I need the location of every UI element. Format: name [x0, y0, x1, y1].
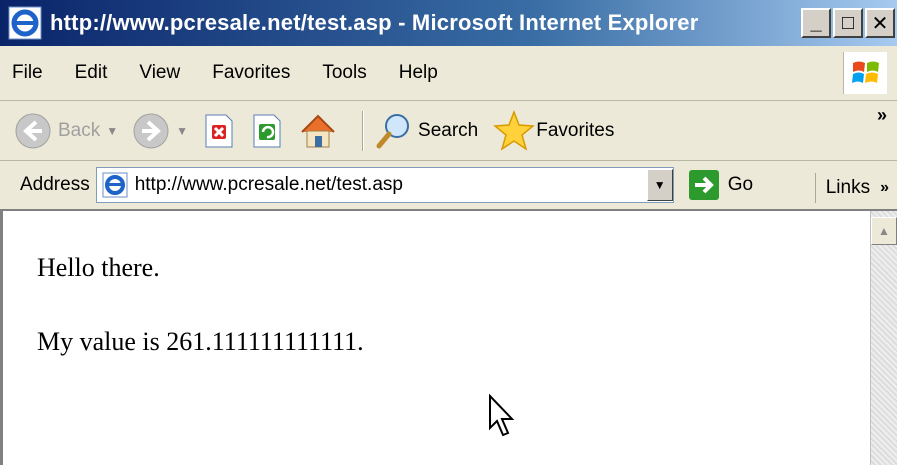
- minimize-button[interactable]: _: [801, 8, 831, 38]
- menu-view[interactable]: View: [139, 62, 180, 84]
- go-button[interactable]: Go: [688, 169, 753, 201]
- scroll-up-icon[interactable]: ▲: [871, 217, 897, 245]
- menu-help[interactable]: Help: [399, 62, 438, 84]
- maximize-button[interactable]: □: [833, 8, 863, 38]
- search-label: Search: [418, 119, 479, 141]
- toolbar-separator: [362, 110, 365, 151]
- home-button[interactable]: [298, 112, 338, 150]
- star-icon: [493, 109, 536, 151]
- favorites-button[interactable]: Favorites: [492, 109, 615, 152]
- forward-arrow-icon: [133, 113, 169, 148]
- favorites-label: Favorites: [536, 119, 615, 141]
- window-controls: _ □ ✕: [799, 8, 895, 38]
- standard-toolbar: Back ▼ ▼ Search Favorites »: [0, 101, 897, 161]
- stop-button[interactable]: [202, 113, 236, 149]
- go-arrow-icon: [688, 170, 719, 200]
- search-icon: [376, 113, 410, 148]
- back-dropdown-icon[interactable]: ▼: [106, 124, 118, 138]
- windows-logo-icon: [843, 52, 887, 94]
- links-toolbar[interactable]: Links »: [814, 173, 889, 203]
- window-title: http://www.pcresale.net/test.asp - Micro…: [50, 10, 699, 35]
- menu-tools[interactable]: Tools: [322, 62, 366, 84]
- address-bar: Address http://www.pcresale.net/test.asp…: [0, 161, 897, 211]
- address-url: http://www.pcresale.net/test.asp: [134, 174, 403, 195]
- back-arrow-icon: [15, 113, 51, 148]
- greeting-text: Hello there.: [37, 253, 160, 282]
- menu-favorites[interactable]: Favorites: [212, 62, 290, 84]
- go-label: Go: [727, 174, 754, 195]
- links-overflow-icon[interactable]: »: [880, 179, 889, 197]
- close-button[interactable]: ✕: [865, 8, 895, 38]
- mouse-cursor-icon: [489, 394, 515, 437]
- address-label: Address: [20, 174, 90, 195]
- menu-file[interactable]: File: [12, 62, 43, 84]
- address-dropdown-icon[interactable]: ▼: [646, 169, 673, 201]
- refresh-button[interactable]: [250, 113, 284, 149]
- page-icon: [102, 172, 128, 198]
- search-button[interactable]: Search: [374, 111, 478, 151]
- links-label: Links: [825, 177, 871, 198]
- ie-icon: [8, 6, 42, 40]
- value-text: My value is 261.111111111111.: [37, 327, 364, 356]
- refresh-icon: [253, 114, 281, 147]
- home-icon: [301, 114, 335, 147]
- menu-bar: File Edit View Favorites Tools Help: [0, 46, 897, 101]
- vertical-scrollbar[interactable]: ▲: [870, 211, 897, 465]
- forward-button[interactable]: ▼: [132, 112, 188, 150]
- stop-icon: [205, 114, 233, 147]
- toolbar-overflow-icon[interactable]: »: [877, 105, 887, 126]
- back-button[interactable]: Back ▼: [14, 112, 118, 150]
- back-label: Back: [58, 119, 101, 141]
- window-titlebar[interactable]: http://www.pcresale.net/test.asp - Micro…: [0, 0, 897, 46]
- menu-edit[interactable]: Edit: [75, 62, 108, 84]
- address-input[interactable]: http://www.pcresale.net/test.asp ▼: [95, 167, 674, 203]
- forward-dropdown-icon[interactable]: ▼: [176, 124, 188, 138]
- page-content: Hello there. My value is 261.11111111111…: [0, 211, 897, 465]
